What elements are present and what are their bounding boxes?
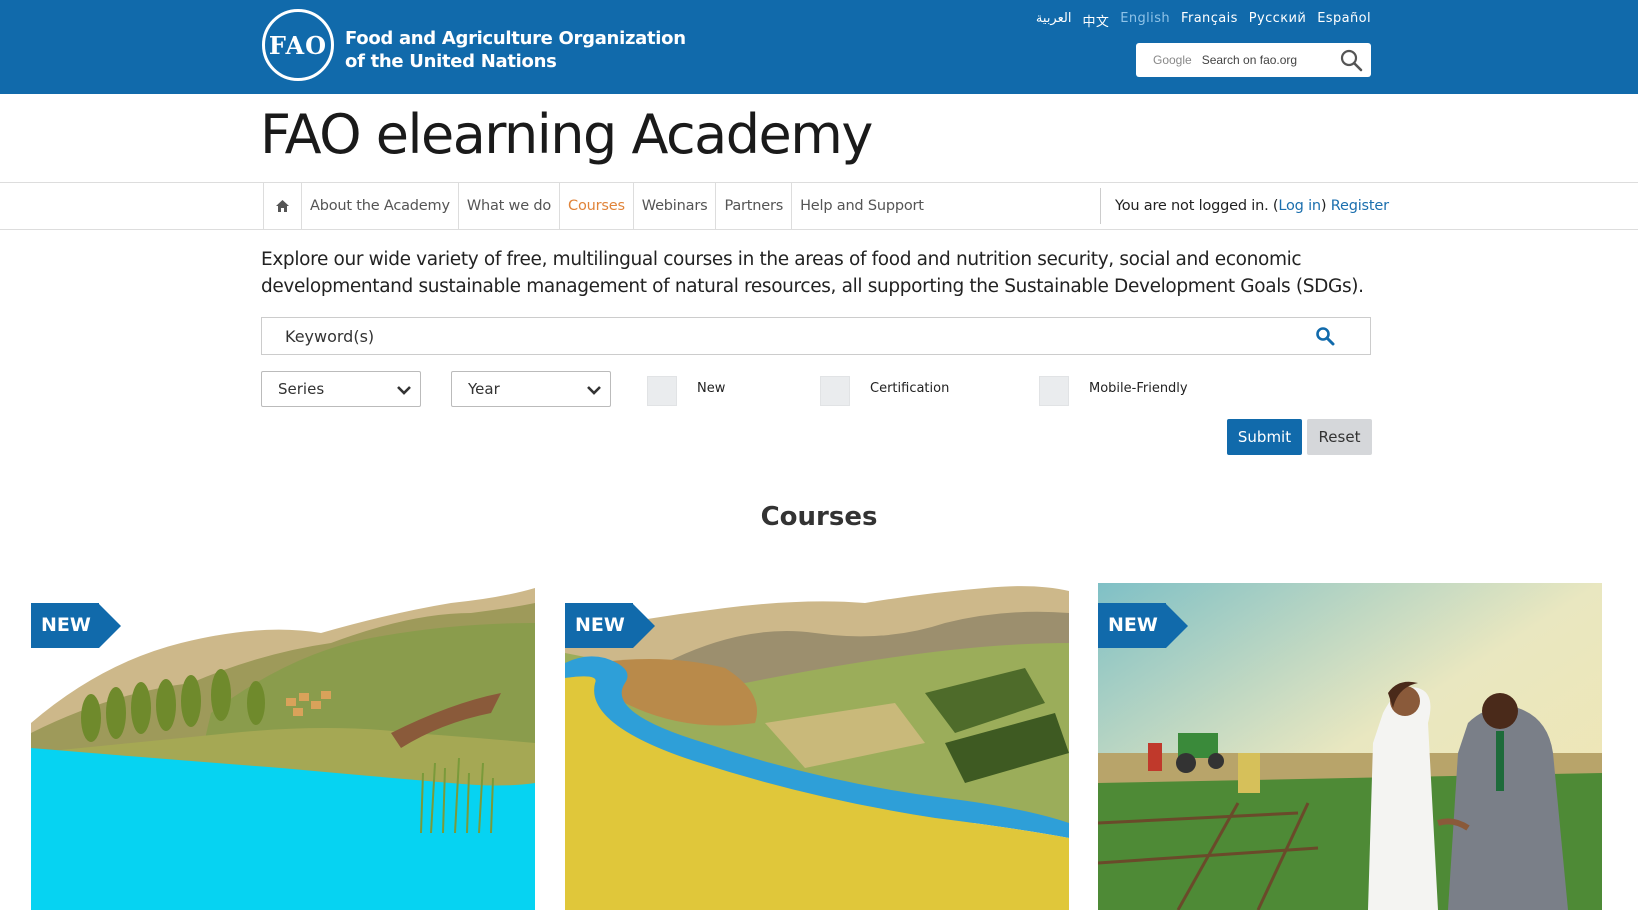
nav-help-support[interactable]: Help and Support <box>792 183 932 229</box>
language-switcher: العربية 中文 English Français Русский Espa… <box>1036 11 1371 30</box>
search-icon[interactable] <box>1315 326 1335 346</box>
mobile-friendly-checkbox[interactable] <box>1039 376 1069 406</box>
nav-webinars[interactable]: Webinars <box>634 183 717 229</box>
language-chinese[interactable]: 中文 <box>1082 11 1109 30</box>
main-navigation: About the Academy What we do Courses Web… <box>0 182 1638 230</box>
certification-checkbox[interactable] <box>820 376 850 406</box>
course-card[interactable]: NEW <box>31 583 535 910</box>
new-badge: NEW <box>1098 603 1188 648</box>
submit-button[interactable]: Submit <box>1227 419 1302 455</box>
login-link[interactable]: Log in <box>1278 198 1321 214</box>
chevron-down-icon <box>397 386 411 395</box>
nav-about-academy[interactable]: About the Academy <box>302 183 459 229</box>
year-select[interactable]: Year <box>451 371 611 407</box>
page-title: FAO elearning Academy <box>260 103 873 166</box>
fao-logo-icon[interactable]: FAO <box>262 9 334 81</box>
course-card[interactable]: NEW <box>1098 583 1602 910</box>
new-checkbox-label: New <box>697 381 726 396</box>
reset-button[interactable]: Reset <box>1307 419 1372 455</box>
nav-what-we-do[interactable]: What we do <box>459 183 561 229</box>
google-label: Google <box>1153 53 1192 67</box>
mobile-friendly-checkbox-label: Mobile-Friendly <box>1089 381 1188 396</box>
top-header-bar: FAO Food and Agriculture Organization of… <box>0 0 1638 94</box>
series-select[interactable]: Series <box>261 371 421 407</box>
login-status: You are not logged in. (Log in) Register <box>1100 188 1389 224</box>
language-english[interactable]: English <box>1120 11 1170 30</box>
course-card[interactable]: NEW <box>565 583 1069 910</box>
site-search-input[interactable]: Google Search on fao.org <box>1136 43 1371 77</box>
nav-courses[interactable]: Courses <box>560 183 634 229</box>
language-arabic[interactable]: العربية <box>1036 11 1072 30</box>
intro-text: Explore our wide variety of free, multil… <box>261 249 1364 297</box>
new-badge: NEW <box>31 603 121 648</box>
language-russian[interactable]: Русский <box>1249 11 1306 30</box>
chevron-down-icon <box>587 386 601 395</box>
language-spanish[interactable]: Español <box>1317 11 1371 30</box>
language-french[interactable]: Français <box>1181 11 1238 30</box>
courses-section-title: Courses <box>760 502 878 532</box>
new-checkbox[interactable] <box>647 376 677 406</box>
home-icon <box>276 200 289 212</box>
organization-name[interactable]: Food and Agriculture Organization of the… <box>345 27 686 73</box>
nav-home[interactable] <box>264 183 302 229</box>
site-search-placeholder: Search on fao.org <box>1201 53 1298 67</box>
register-link[interactable]: Register <box>1331 198 1389 214</box>
keyword-search-input[interactable]: Keyword(s) <box>261 317 1371 355</box>
new-badge: NEW <box>565 603 655 648</box>
certification-checkbox-label: Certification <box>870 381 950 396</box>
nav-partners[interactable]: Partners <box>716 183 793 229</box>
search-icon[interactable] <box>1339 48 1363 72</box>
